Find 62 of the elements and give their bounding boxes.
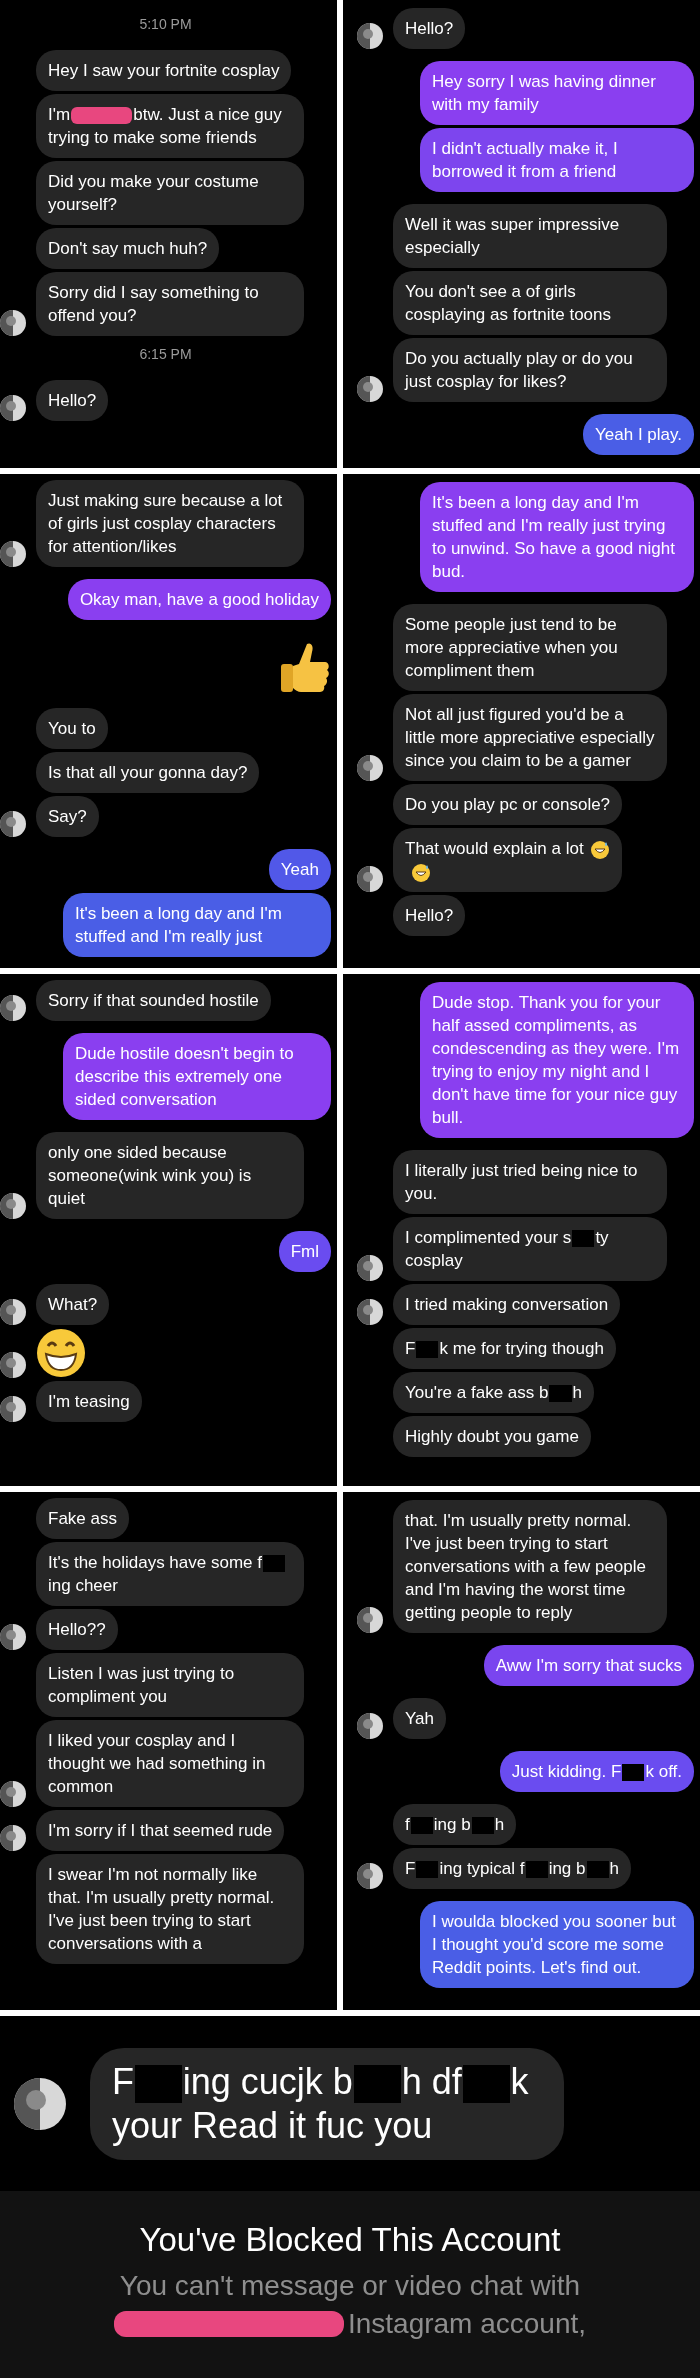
message-bubble: Fake ass xyxy=(36,1498,129,1539)
message-bubble: Okay man, have a good holiday xyxy=(67,579,331,620)
message-bubble: You don't see a of girls cosplaying as fortnite toons xyxy=(393,271,667,335)
message-bubble: Hello? xyxy=(393,8,466,49)
message-bubble: I swear I'm not normally like that. I'm usually pretty normal. I've just been trying to start conversations with a xyxy=(36,1854,304,1964)
message-bubble: that. I'm usually pretty normal. I've just been trying to start conversations with a few people and I'm having the worst time getting people to reply xyxy=(393,1500,667,1633)
message-bubble: Dude stop. Thank you for your half assed compliments, as condescending as they were. I'm trying to enjoy my night and I don't have time for your nice guy bull. xyxy=(420,982,694,1138)
message-bubble: You're a fake ass b h xyxy=(393,1372,594,1413)
message-bubble: It's been a long day and I'm stuffed and I'm really just xyxy=(63,893,331,957)
message-bubble: Some people just tend to be more appreciative when you compliment them xyxy=(393,604,667,691)
message-bubble: Yeah xyxy=(268,849,331,890)
message-bubble: I didn't actually make it, I borrowed it from a friend xyxy=(420,128,694,192)
notice-text: You can't message or video chat with xyxy=(119,2269,581,2303)
message-bubble: I literally just tried being nice to you. xyxy=(393,1150,667,1214)
message-bubble: I'm btw. Just a nice guy trying to make some friends xyxy=(36,94,304,158)
timestamp: 6:15 PM xyxy=(138,346,193,362)
message-bubble: I'm teasing xyxy=(36,1381,142,1422)
message-bubble: Hello? xyxy=(393,895,466,936)
smiling-emoji-icon xyxy=(589,839,610,860)
message-bubble: Listen I was just trying to compliment you xyxy=(36,1653,304,1717)
message-bubble: Hello?? xyxy=(36,1609,118,1650)
message-bubble: I'm sorry if I that seemed rude xyxy=(36,1810,285,1851)
message-bubble: You to xyxy=(36,708,108,749)
message-bubble: f ing b h xyxy=(393,1804,517,1845)
message-bubble: I tried making conversation xyxy=(393,1284,621,1325)
message-bubble: Do you actually play or do you just cosplay for likes? xyxy=(393,338,667,402)
timestamp: 5:10 PM xyxy=(138,16,193,32)
message-bubble: Well it was super impressive especially xyxy=(393,204,667,268)
message-bubble: I woulda blocked you sooner but I thought you'd score me some Reddit points. Let's find out. xyxy=(420,1901,694,1988)
message-bubble: F ing cucjk b h df k your Read it fuc you xyxy=(90,2047,564,2160)
message-bubble: What? xyxy=(36,1284,110,1325)
message-bubble: Just making sure because a lot of girls just cosplay characters for attention/likes xyxy=(36,480,304,567)
message-bubble: Hey sorry I was having dinner with my family xyxy=(420,61,694,125)
message-bubble: Sorry did I say something to offend you? xyxy=(36,272,304,336)
message-bubble: Fml xyxy=(278,1231,331,1272)
message-bubble: Just kidding. F k off. xyxy=(499,1751,694,1792)
message-bubble: Yeah I play. xyxy=(583,414,694,455)
message-bubble: Yah xyxy=(393,1698,446,1739)
message-bubble: Sorry if that sounded hostile xyxy=(36,980,271,1021)
smiling-emoji-icon xyxy=(411,862,431,883)
message-bubble: F ing typical f ing b h xyxy=(393,1848,632,1889)
message-bubble: Highly doubt you game xyxy=(393,1416,591,1457)
notice-title: You've Blocked This Account xyxy=(139,2221,561,2259)
message-bubble: Hey I saw your fortnite cosplay xyxy=(36,50,292,91)
message-bubble: Did you make your costume yourself? xyxy=(36,161,304,225)
message-bubble: Don't say much huh? xyxy=(36,228,220,269)
grinning-emoji-icon xyxy=(36,1328,86,1378)
message-bubble: Do you play pc or console? xyxy=(393,784,623,825)
message-bubble: only one sided because someone(wink wink you) is quiet xyxy=(36,1132,304,1219)
notice-text: Instagram account, xyxy=(347,2307,587,2341)
message-bubble: I liked your cosplay and I thought we had something in common xyxy=(36,1720,304,1807)
message-bubble: I complimented your s ty cosplay xyxy=(393,1217,667,1281)
message-bubble: That would explain a lot xyxy=(393,828,622,892)
message-bubble: Dude hostile doesn't begin to describe this extremely one sided conversation xyxy=(63,1033,331,1120)
message-bubble: Not all just figured you'd be a little more appreciative especially since you claim to be a gamer xyxy=(393,694,667,781)
message-bubble: Is that all your gonna day? xyxy=(36,752,260,793)
message-bubble: It's been a long day and I'm stuffed and I'm really just trying to unwind. So have a good night bud. xyxy=(420,482,694,592)
message-bubble: It's the holidays have some f ing cheer xyxy=(36,1542,304,1606)
message-bubble: Aww I'm sorry that sucks xyxy=(483,1645,694,1686)
message-bubble: Hello? xyxy=(36,380,109,421)
message-bubble: F k me for trying though xyxy=(393,1328,616,1369)
message-bubble: Say? xyxy=(36,796,99,837)
